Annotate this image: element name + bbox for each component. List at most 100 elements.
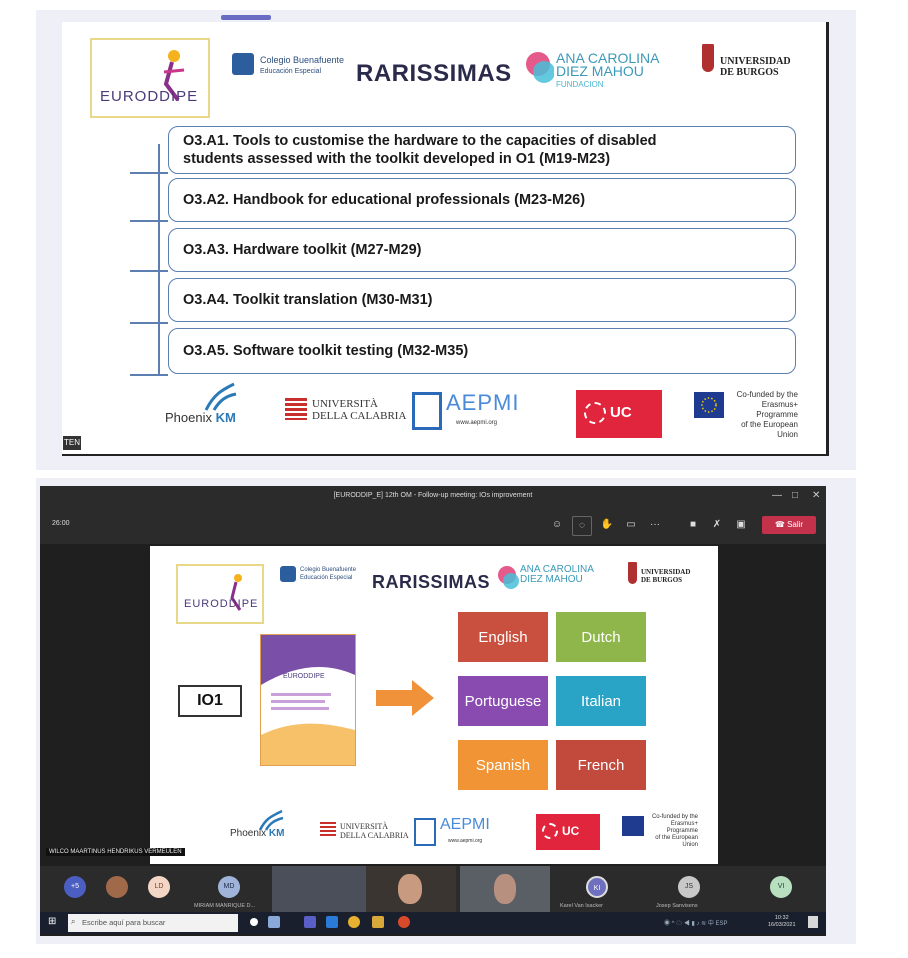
- camera-icon[interactable]: ■: [684, 516, 702, 534]
- ubu-line1: UNIVERSIDAD: [641, 568, 691, 576]
- minimize-icon[interactable]: —: [772, 486, 782, 506]
- participant-label-md: MIRIAM MANRIQUE D...: [194, 903, 256, 909]
- close-icon[interactable]: ✕: [812, 486, 820, 506]
- fundacion-logo-text: ANA CAROLINA DIEZ MAHOU FUNDACION: [556, 51, 659, 91]
- clock-date: 16/03/2021: [768, 922, 796, 928]
- uc-circle-icon: [542, 823, 558, 839]
- powerpoint-app-icon[interactable]: [398, 916, 410, 928]
- task-view-icon[interactable]: [250, 918, 258, 926]
- fundacion-logo-icon: [526, 52, 554, 83]
- avatar-more-participants[interactable]: +5: [64, 876, 86, 898]
- activity-tail: [130, 220, 168, 222]
- leave-label: Salir: [787, 520, 804, 529]
- activity-tail: [130, 374, 168, 376]
- unical-line2: DELLA CALABRIA: [340, 831, 409, 840]
- activity-o3a1-line2: students assessed with the toolkit devel…: [183, 151, 611, 167]
- uc-leuven-logo: UC: [536, 814, 600, 850]
- maximize-icon[interactable]: □: [792, 486, 798, 506]
- activity-item-o3a1: O3.A1. Tools to customise the hardware t…: [168, 126, 796, 174]
- edge-app-icon[interactable]: [326, 916, 338, 928]
- aepmi-logo-icon: [414, 818, 436, 846]
- handbook-cover: EURODDIPE: [260, 634, 356, 766]
- ubu-line1: UNIVERSIDAD: [720, 56, 791, 67]
- activity-o3a5-label: O3.A5. Software toolkit testing (M32-M35…: [183, 343, 469, 359]
- activity-item-o3a2: O3.A2. Handbook for educational professi…: [168, 178, 796, 222]
- unical-logo-text: UNIVERSITÀ DELLA CALABRIA: [312, 398, 406, 422]
- colegio-logo-text: Colegio Buenafuente Educación Especial: [260, 55, 344, 77]
- colegio-line1: Colegio Buenafuente: [300, 567, 357, 573]
- participant-video[interactable]: [460, 866, 550, 912]
- share-screen-icon[interactable]: ▣: [732, 516, 750, 534]
- aepmi-logo-icon: [412, 392, 442, 430]
- phoenix-logo-text: Phoenix KM: [165, 410, 236, 425]
- more-options-icon[interactable]: ···: [646, 516, 664, 534]
- window-title: [EURODDIP_E] 12th OM - Follow-up meeting…: [40, 486, 826, 506]
- file-explorer-icon[interactable]: [372, 916, 384, 928]
- eu-line3: of the European Union: [741, 420, 798, 439]
- unical-logo-icon: [320, 822, 336, 838]
- notification-icon[interactable]: [808, 916, 818, 928]
- participant-video-gallery[interactable]: [272, 866, 366, 912]
- phoenix-word: Phoenix: [165, 410, 212, 425]
- language-spanish: Spanish: [458, 740, 548, 790]
- language-label: French: [577, 756, 625, 774]
- avatar-md[interactable]: MD: [218, 876, 240, 898]
- participant-video[interactable]: [366, 866, 456, 912]
- activity-tail: [130, 270, 168, 272]
- eu-line1: Co-funded by the: [651, 814, 698, 820]
- unical-line2: DELLA CALABRIA: [312, 410, 407, 422]
- uc-wordmark: UC: [610, 404, 632, 421]
- phoenix-word: Phoenix: [230, 828, 267, 839]
- activity-o3a4-label: O3.A4. Toolkit translation (M30-M31): [183, 292, 433, 308]
- activity-o3a3-label: O3.A3. Hardware toolkit (M27-M29): [183, 242, 422, 258]
- participant-face: [494, 874, 516, 904]
- avatar-vi[interactable]: VI: [770, 876, 792, 898]
- colegio-line2: Educación Especial: [260, 68, 322, 75]
- taskbar-search-input[interactable]: Escribe aquí para buscar: [68, 914, 238, 932]
- eu-flag-icon: [622, 816, 644, 836]
- language-label: English: [478, 628, 528, 646]
- aepmi-url: www.aepmi.org: [456, 420, 498, 426]
- euroddipe-logo: EURODDIPE: [90, 38, 210, 118]
- rarissimas-logo: RARISSIMAS: [356, 60, 512, 87]
- task-icon[interactable]: [268, 916, 280, 928]
- language-portuguese: Portuguese: [458, 676, 548, 726]
- eu-line2: Erasmus+ Programme: [666, 821, 698, 834]
- language-italian: Italian: [556, 676, 646, 726]
- colegio-logo-text: Colegio Buenafuente Educación Especial: [300, 566, 356, 582]
- aepmi-logo-text: AEPMI: [440, 816, 490, 833]
- activity-connector: [158, 144, 160, 374]
- avatar-photo[interactable]: [106, 876, 128, 898]
- colegio-line2: Educación Especial: [300, 575, 353, 581]
- avatar-js[interactable]: JS: [678, 876, 700, 898]
- phone-icon: ☎: [774, 520, 788, 529]
- windows-start-icon[interactable]: ⊞: [48, 916, 56, 927]
- clock-time: 10:32: [774, 915, 789, 921]
- unical-logo-text: UNIVERSITÀ DELLA CALABRIA: [340, 822, 409, 840]
- avatar-ki[interactable]: KI: [586, 876, 608, 898]
- mic-muted-icon[interactable]: ✗: [708, 516, 726, 534]
- activity-o3a1-line1: O3.A1. Tools to customise the hardware t…: [183, 133, 657, 149]
- search-icon: ⌕: [71, 917, 76, 926]
- avatar-ld[interactable]: LD: [148, 876, 170, 898]
- colegio-logo-icon: [280, 566, 296, 582]
- phoenix-bird-icon: [204, 382, 237, 411]
- ubu-line2: DE BURGOS: [641, 576, 683, 584]
- activity-o3a2-label: O3.A2. Handbook for educational professi…: [183, 192, 586, 208]
- language-label: Dutch: [581, 628, 621, 646]
- io1-label: IO1: [178, 685, 242, 717]
- reactions-icon[interactable]: ✋: [598, 516, 616, 534]
- chat-icon[interactable]: ◌: [572, 516, 592, 536]
- participant-label-js: Josep Sanvisens: [656, 903, 698, 909]
- euroddipe-wordmark: EURODDIPE: [184, 598, 259, 610]
- leave-button[interactable]: ☎ Salir: [762, 516, 816, 534]
- participants-icon[interactable]: ☺: [548, 516, 566, 534]
- colegio-logo-icon: [232, 53, 254, 75]
- system-tray-icons[interactable]: ◉ ^ ☁ ◀ ▮ ♪ ≋ 中 ESP: [664, 918, 754, 928]
- panel-accent-bar: [221, 15, 271, 20]
- rooms-icon[interactable]: ▭: [622, 516, 640, 534]
- teams-app-icon[interactable]: [304, 916, 316, 928]
- chrome-app-icon[interactable]: [348, 916, 360, 928]
- language-label: Spanish: [475, 756, 531, 774]
- eu-line2: Erasmus+ Programme: [756, 400, 798, 419]
